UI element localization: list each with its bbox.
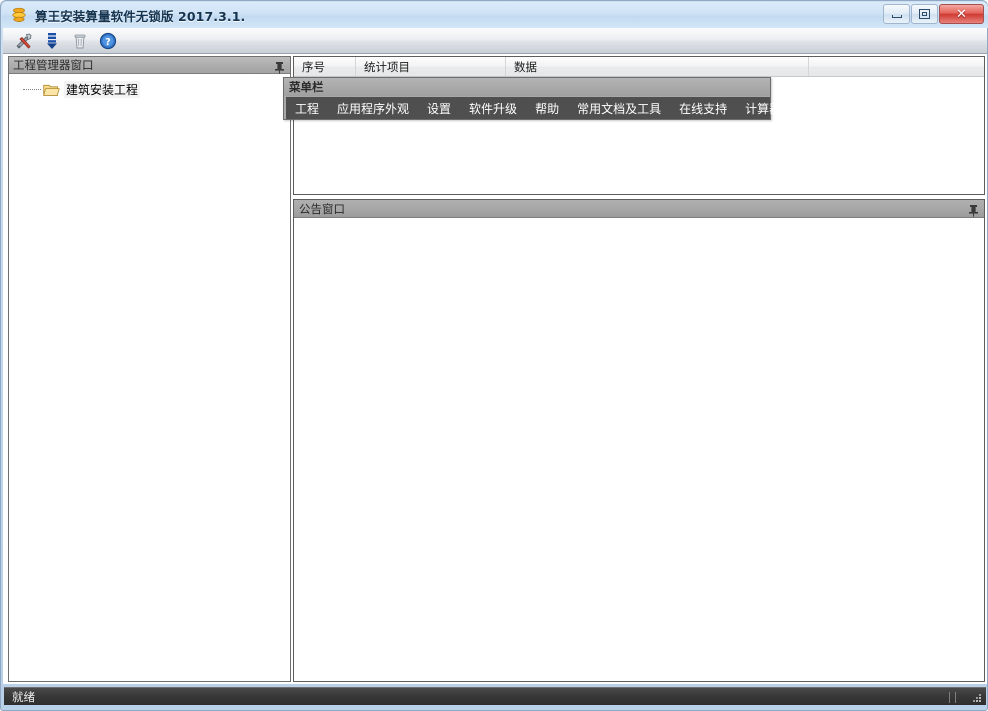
tree-item-label: 建筑安装工程 [64, 80, 141, 98]
close-icon: ✕ [956, 6, 967, 22]
status-separator-1 [949, 692, 950, 703]
status-text: 就绪 [12, 689, 35, 704]
client-area: 工程管理器窗口 建筑安装工程 序号 统计项目 数据 菜单栏 工程 应用程序外观 … [3, 54, 987, 684]
tree-connector [23, 88, 41, 90]
project-manager-caption[interactable]: 工程管理器窗口 [9, 57, 290, 74]
project-manager-panel: 工程管理器窗口 建筑安装工程 [8, 56, 291, 682]
close-button[interactable]: ✕ [939, 4, 984, 24]
grid-header-row: 序号 统计项目 数据 [294, 57, 984, 77]
title-bar[interactable]: 算王安装算量软件无锁版 2017.3.1. ✕ [2, 2, 988, 28]
project-tree[interactable]: 建筑安装工程 [9, 75, 290, 681]
column-header-blank[interactable] [809, 57, 984, 76]
window-title: 算王安装算量软件无锁版 2017.3.1. [35, 8, 246, 24]
svg-text:?: ? [105, 37, 111, 48]
resize-grip[interactable] [969, 689, 983, 703]
announcement-title: 公告窗口 [299, 201, 345, 216]
menu-item-settings[interactable]: 设置 [418, 97, 460, 119]
announcement-panel: 公告窗口 [293, 199, 985, 682]
menu-bar-title: 菜单栏 [289, 80, 324, 94]
main-toolbar: ? [3, 28, 987, 54]
announcement-body[interactable] [294, 219, 984, 681]
menu-bar-caption[interactable]: 菜单栏 [284, 78, 770, 96]
minimize-icon [891, 15, 902, 18]
import-icon[interactable] [41, 30, 63, 52]
maximize-button[interactable] [911, 4, 938, 24]
abacus-icon [10, 6, 28, 24]
menu-item-project[interactable]: 工程 [286, 97, 328, 119]
menu-item-help[interactable]: 帮助 [526, 97, 568, 119]
menu-item-documents-tools[interactable]: 常用文档及工具 [568, 97, 670, 119]
menu-bar-panel: 菜单栏 工程 应用程序外观 设置 软件升级 帮助 常用文档及工具 在线支持 计算… [283, 77, 781, 120]
application-window: 算王安装算量软件无锁版 2017.3.1. ✕ ? 工程管理器窗口 建筑安装工程… [0, 0, 988, 711]
project-manager-title: 工程管理器窗口 [13, 58, 94, 72]
column-header-index[interactable]: 序号 [294, 57, 356, 76]
help-icon[interactable]: ? [97, 30, 119, 52]
status-separator-2 [955, 692, 956, 703]
status-bar: 就绪 [4, 687, 986, 705]
pin-icon[interactable] [274, 59, 285, 74]
menu-item-calculator[interactable]: 计算器 [736, 97, 790, 119]
minimize-button[interactable] [883, 4, 910, 24]
column-header-data[interactable]: 数据 [506, 57, 809, 76]
restore-icon [919, 9, 930, 19]
tree-item-0[interactable]: 建筑安装工程 [9, 80, 290, 98]
announcement-caption[interactable]: 公告窗口 [294, 200, 984, 218]
menu-item-online-support[interactable]: 在线支持 [670, 97, 736, 119]
folder-open-icon [43, 82, 60, 96]
tools-icon[interactable] [13, 30, 35, 52]
recycle-bin-icon[interactable] [69, 30, 91, 52]
right-area: 序号 统计项目 数据 菜单栏 工程 应用程序外观 设置 软件升级 帮助 常用文档… [283, 56, 985, 682]
column-header-item[interactable]: 统计项目 [356, 57, 506, 76]
menu-item-upgrade[interactable]: 软件升级 [460, 97, 526, 119]
menu-item-appearance[interactable]: 应用程序外观 [328, 97, 418, 119]
window-controls: ✕ [882, 4, 984, 24]
pin-icon[interactable] [968, 202, 979, 217]
menu-strip: 工程 应用程序外观 设置 软件升级 帮助 常用文档及工具 在线支持 计算器 [286, 97, 781, 119]
